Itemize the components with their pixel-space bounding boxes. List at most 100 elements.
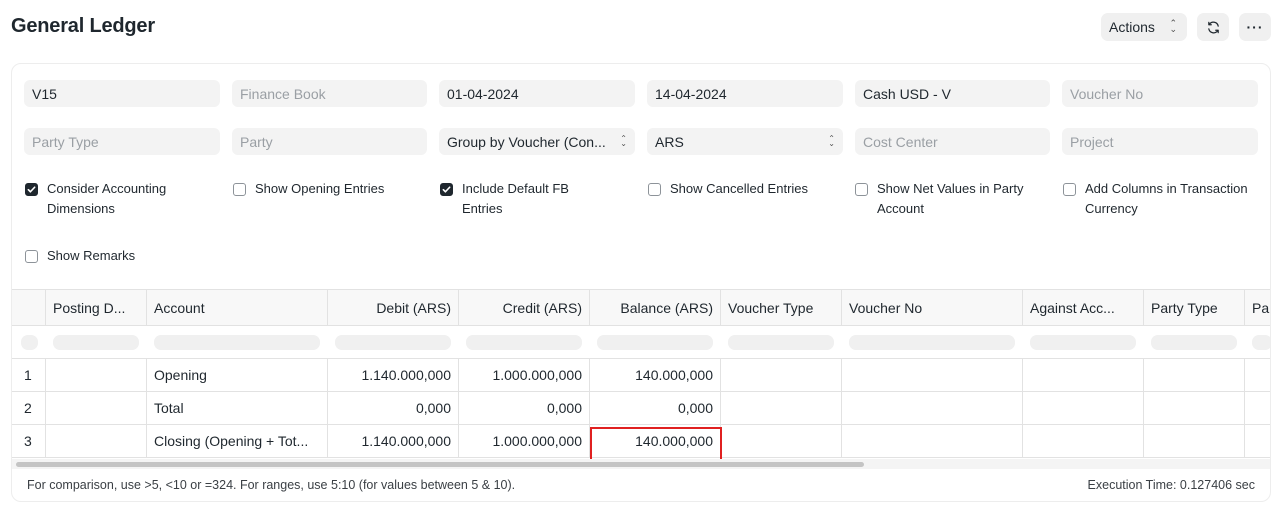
voucher-type-cell[interactable] [721, 425, 842, 457]
table-row[interactable]: 2 Total 0,000 0,000 0,000 [12, 392, 1270, 425]
account-cell[interactable]: Total [147, 392, 328, 424]
column-header-voucher-no[interactable]: Voucher No [842, 290, 1023, 325]
checkbox-label: Add Columns in Transaction Currency [1085, 181, 1248, 216]
to-date-value: 14-04-2024 [655, 85, 727, 102]
party-cell[interactable] [1245, 392, 1270, 424]
voucher-no-cell[interactable] [842, 425, 1023, 457]
balance-cell[interactable]: 140.000,000 [590, 359, 721, 391]
account-cell[interactable]: Opening [147, 359, 328, 391]
credit-column-filter[interactable] [466, 335, 582, 350]
show-opening-entries-checkbox[interactable]: Show Opening Entries [233, 179, 405, 199]
select-chevron-icon: ⌃ ⌄ [1169, 18, 1177, 34]
finance-book-filter[interactable]: Finance Book [232, 80, 427, 107]
column-header-against-account[interactable]: Against Acc... [1023, 290, 1144, 325]
voucher-type-column-filter[interactable] [728, 335, 834, 350]
column-header-credit[interactable]: Credit (ARS) [459, 290, 590, 325]
show-cancelled-entries-checkbox[interactable]: Show Cancelled Entries [648, 179, 820, 199]
include-default-fb-entries-checkbox[interactable]: Include Default FB Entries [440, 179, 612, 219]
actions-button[interactable]: Actions ⌃ ⌄ [1101, 13, 1187, 41]
column-header-party[interactable]: Pa [1245, 290, 1270, 325]
debit-cell[interactable]: 0,000 [328, 392, 459, 424]
column-filter-row [12, 326, 1270, 359]
consider-accounting-dimensions-checkbox[interactable]: Consider Accounting Dimensions [25, 179, 197, 219]
from-date-value: 01-04-2024 [447, 85, 519, 102]
debit-cell[interactable]: 1.140.000,000 [328, 425, 459, 457]
table-row[interactable]: 1 Opening 1.140.000,000 1.000.000,000 14… [12, 359, 1270, 392]
cost-center-filter[interactable]: Cost Center [855, 128, 1050, 155]
against-account-cell[interactable] [1023, 392, 1144, 424]
posting-date-column-filter[interactable] [53, 335, 139, 350]
party-type-placeholder: Party Type [32, 133, 99, 150]
party-type-filter[interactable]: Party Type [24, 128, 220, 155]
posting-date-cell[interactable] [46, 359, 147, 391]
show-remarks-checkbox[interactable]: Show Remarks [25, 246, 197, 266]
voucher-no-filter[interactable]: Voucher No [1062, 80, 1258, 107]
party-type-column-filter[interactable] [1151, 335, 1237, 350]
balance-column-filter[interactable] [597, 335, 713, 350]
account-filter[interactable]: Cash USD - V [855, 80, 1050, 107]
checkbox-unchecked-icon [25, 250, 38, 263]
scrollbar-thumb[interactable] [16, 462, 864, 467]
more-options-button[interactable]: ··· [1239, 13, 1271, 41]
party-cell[interactable] [1245, 359, 1270, 391]
column-header-posting-date[interactable]: Posting D... [46, 290, 147, 325]
credit-cell[interactable]: 0,000 [459, 392, 590, 424]
refresh-button[interactable] [1197, 13, 1229, 41]
to-date-filter[interactable]: 14-04-2024 [647, 80, 843, 107]
checkbox-unchecked-icon [855, 183, 868, 196]
project-placeholder: Project [1070, 133, 1114, 150]
column-header-balance[interactable]: Balance (ARS) [590, 290, 721, 325]
credit-cell[interactable]: 1.000.000,000 [459, 425, 590, 457]
horizontal-scrollbar[interactable] [12, 459, 1270, 469]
checkbox-label: Consider Accounting Dimensions [47, 181, 167, 216]
party-filter[interactable]: Party [232, 128, 427, 155]
row-number: 3 [12, 425, 46, 457]
add-columns-transaction-currency-checkbox[interactable]: Add Columns in Transaction Currency [1063, 179, 1255, 219]
voucher-type-cell[interactable] [721, 359, 842, 391]
company-filter-value: V15 [32, 85, 57, 102]
column-header-debit[interactable]: Debit (ARS) [328, 290, 459, 325]
party-type-cell[interactable] [1144, 359, 1245, 391]
against-account-column-filter[interactable] [1030, 335, 1136, 350]
voucher-type-cell[interactable] [721, 392, 842, 424]
select-chevron-icon: ⌃ ⌄ [620, 134, 627, 148]
cost-center-placeholder: Cost Center [863, 133, 938, 150]
column-header-party-type[interactable]: Party Type [1144, 290, 1245, 325]
balance-cell[interactable]: 0,000 [590, 392, 721, 424]
page-title: General Ledger [11, 15, 155, 37]
company-filter[interactable]: V15 [24, 80, 220, 107]
column-header-account[interactable]: Account [147, 290, 328, 325]
column-header-voucher-type[interactable]: Voucher Type [721, 290, 842, 325]
group-by-select[interactable]: Group by Voucher (Con... ⌃ ⌄ [439, 128, 635, 155]
checkbox-label: Show Cancelled Entries [670, 181, 809, 196]
against-account-cell[interactable] [1023, 425, 1144, 457]
posting-date-cell[interactable] [46, 392, 147, 424]
party-type-cell[interactable] [1144, 425, 1245, 457]
project-filter[interactable]: Project [1062, 128, 1258, 155]
credit-cell[interactable]: 1.000.000,000 [459, 359, 590, 391]
against-account-cell[interactable] [1023, 359, 1144, 391]
show-net-values-checkbox[interactable]: Show Net Values in Party Account [855, 179, 1027, 219]
voucher-no-cell[interactable] [842, 392, 1023, 424]
party-type-cell[interactable] [1144, 392, 1245, 424]
refresh-icon [1207, 21, 1219, 33]
select-chevron-icon: ⌃ ⌄ [828, 134, 835, 148]
posting-date-cell[interactable] [46, 425, 147, 457]
filter-hint: For comparison, use >5, <10 or =324. For… [27, 478, 516, 492]
account-cell[interactable]: Closing (Opening + Tot... [147, 425, 328, 457]
currency-select[interactable]: ARS ⌃ ⌄ [647, 128, 843, 155]
debit-column-filter[interactable] [335, 335, 451, 350]
table-header: Posting D... Account Debit (ARS) Credit … [12, 290, 1270, 326]
account-column-filter[interactable] [154, 335, 320, 350]
party-cell[interactable] [1245, 425, 1270, 457]
finance-book-placeholder: Finance Book [240, 85, 326, 102]
party-column-filter[interactable] [1252, 335, 1270, 350]
row-number-header [12, 290, 46, 325]
debit-cell[interactable]: 1.140.000,000 [328, 359, 459, 391]
voucher-no-cell[interactable] [842, 359, 1023, 391]
account-filter-value: Cash USD - V [863, 85, 951, 102]
from-date-filter[interactable]: 01-04-2024 [439, 80, 635, 107]
group-by-value: Group by Voucher (Con... [447, 133, 606, 150]
voucher-no-column-filter[interactable] [849, 335, 1015, 350]
actions-button-label: Actions [1109, 19, 1155, 35]
